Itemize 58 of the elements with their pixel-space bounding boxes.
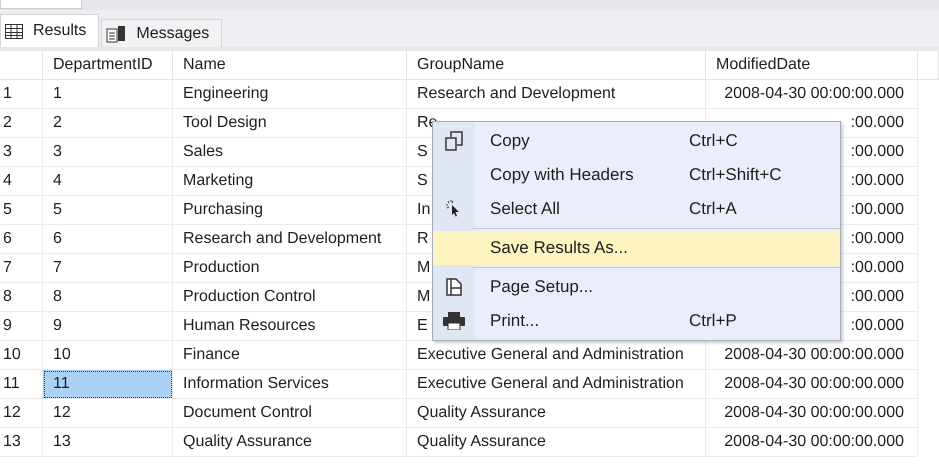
table-cell: Tool Design xyxy=(173,109,407,138)
row-number: 6 xyxy=(0,225,43,254)
row-number: 2 xyxy=(0,109,43,138)
table-cell: 2008-04-30 00:00:00.000 xyxy=(706,370,918,399)
cursor-icon xyxy=(446,200,462,218)
row-number: 1 xyxy=(0,80,43,109)
table-cell: Document Control xyxy=(173,399,407,428)
table-cell: 9 xyxy=(43,312,173,341)
copy-icon xyxy=(445,131,463,151)
table-cell: Executive General and Administration xyxy=(407,370,706,399)
column-header[interactable]: ModifiedDate xyxy=(706,51,918,80)
row-number: 13 xyxy=(0,428,43,457)
column-header[interactable]: GroupName xyxy=(407,51,706,80)
table-cell: Finance xyxy=(173,341,407,370)
table-cell: Research and Development xyxy=(173,225,407,254)
row-number: 10 xyxy=(0,341,43,370)
table-cell: Quality Assurance xyxy=(173,428,407,457)
row-number: 3 xyxy=(0,138,43,167)
table-cell: 11 xyxy=(43,370,173,399)
row-number: 12 xyxy=(0,399,43,428)
table-cell: 7 xyxy=(43,254,173,283)
tab[interactable]: Results xyxy=(0,14,100,47)
table-cell: Information Services xyxy=(173,370,407,399)
table-cell: Production xyxy=(173,254,407,283)
table-cell: 8 xyxy=(43,283,173,312)
column-header[interactable]: DepartmentID xyxy=(43,51,173,80)
table-cell: 1 xyxy=(43,80,173,109)
table-cell: Human Resources xyxy=(173,312,407,341)
table-cell: 13 xyxy=(43,428,173,457)
table-cell: 4 xyxy=(43,167,173,196)
table-cell: 6 xyxy=(43,225,173,254)
table-cell: Production Control xyxy=(173,283,407,312)
row-number: 4 xyxy=(0,167,43,196)
table-cell: Sales xyxy=(173,138,407,167)
row-number: 8 xyxy=(0,283,43,312)
menu-item[interactable]: Save Results As... xyxy=(433,231,840,265)
table-cell: 2008-04-30 00:00:00.000 xyxy=(706,80,918,109)
table-cell: 2008-04-30 00:00:00.000 xyxy=(706,428,918,457)
table-icon xyxy=(5,24,23,38)
table-cell: 2 xyxy=(43,109,173,138)
table-cell: Quality Assurance xyxy=(407,428,706,457)
table-cell: 5 xyxy=(43,196,173,225)
table-cell: 3 xyxy=(43,138,173,167)
column-header[interactable]: Name xyxy=(173,51,407,80)
table-cell: Purchasing xyxy=(173,196,407,225)
table-cell: Research and Development xyxy=(407,80,706,109)
row-number: 7 xyxy=(0,254,43,283)
row-number: 5 xyxy=(0,196,43,225)
table-cell: 12 xyxy=(43,399,173,428)
table-cell: Engineering xyxy=(173,80,407,109)
table-cell: 2008-04-30 00:00:00.000 xyxy=(706,399,918,428)
printer-icon xyxy=(443,312,465,330)
table-cell: Quality Assurance xyxy=(407,399,706,428)
table-cell: Marketing xyxy=(173,167,407,196)
tab[interactable]: Messages xyxy=(101,19,222,47)
page-icon xyxy=(446,278,462,296)
row-number: 9 xyxy=(0,312,43,341)
document-icon xyxy=(106,24,126,42)
